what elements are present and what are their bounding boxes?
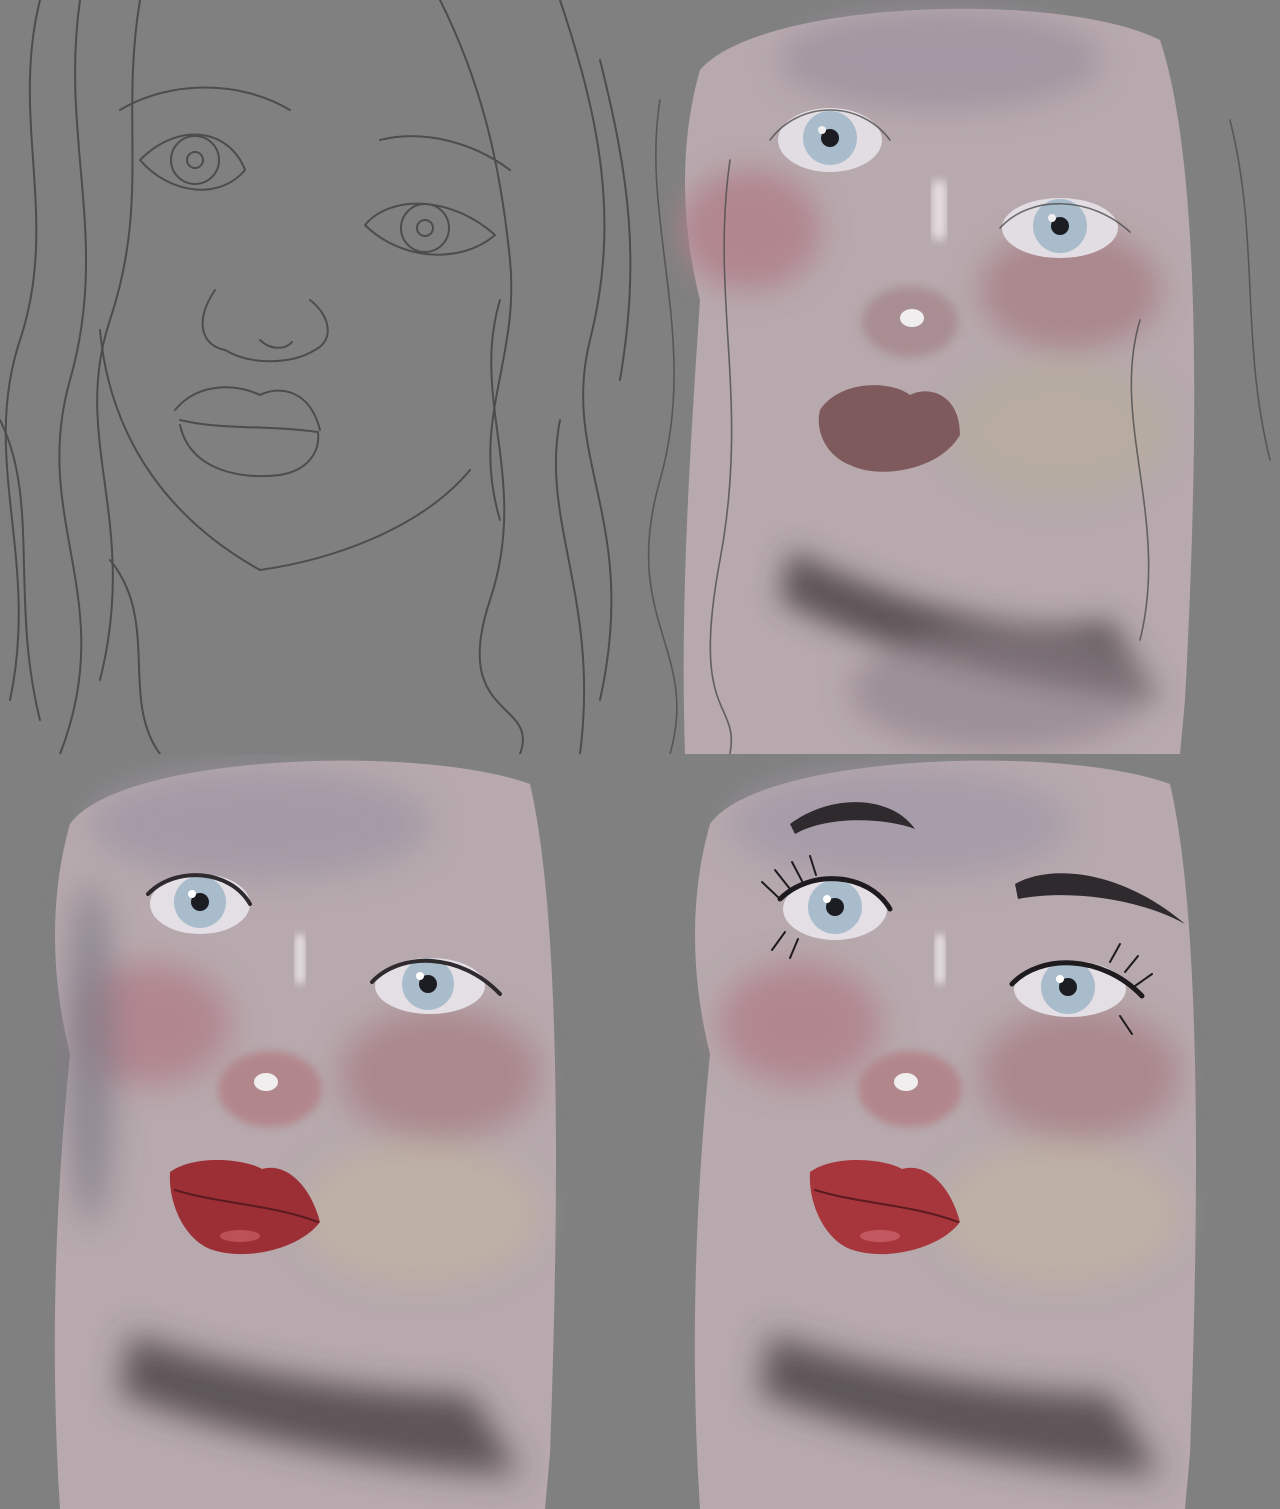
panel-sketch <box>0 0 640 754</box>
eye-right <box>1002 198 1118 258</box>
flat-color-painting <box>640 0 1280 754</box>
panel-flat-color <box>640 0 1280 754</box>
panel-details <box>640 754 1280 1509</box>
sketch-drawing <box>0 0 640 754</box>
rendering-painting <box>0 754 640 1509</box>
details-painting <box>640 754 1280 1509</box>
eye-left <box>778 108 882 172</box>
panel-rendering <box>0 754 640 1509</box>
process-sheet <box>0 0 1280 1509</box>
